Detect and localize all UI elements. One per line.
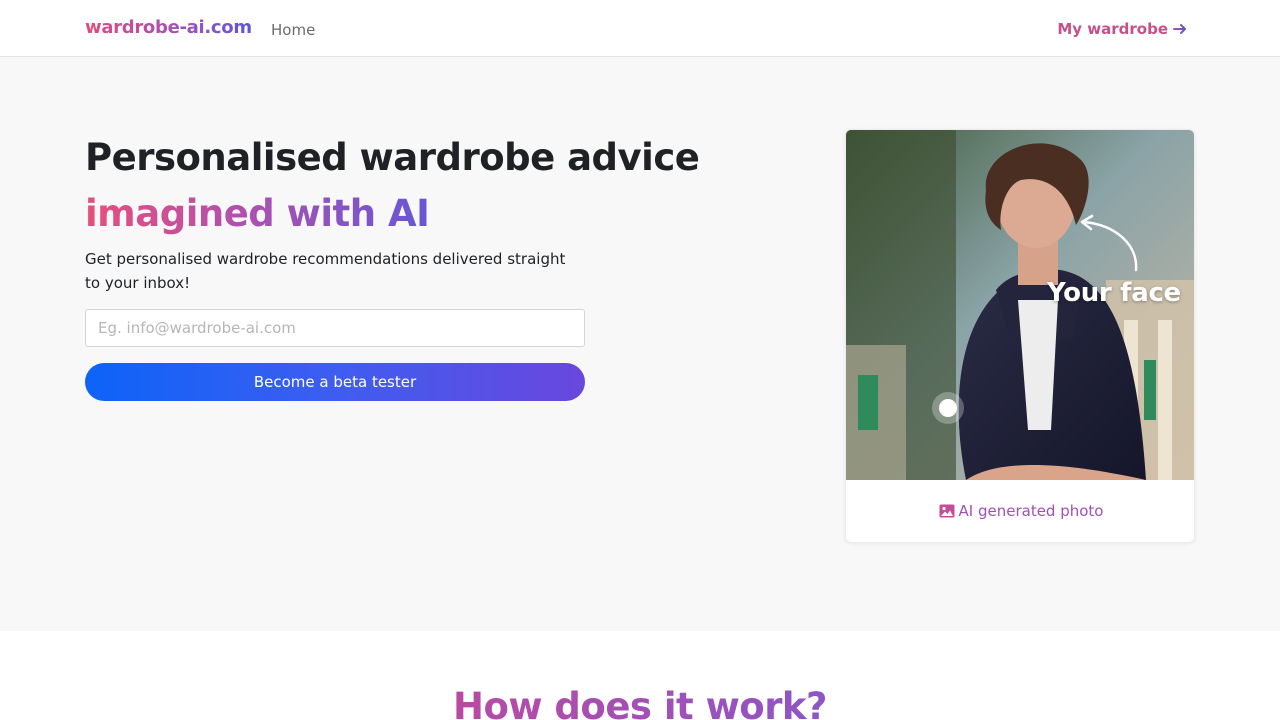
ai-generated-photo: Your face: [846, 130, 1194, 480]
ai-photo-card: Your face AI generated photo: [845, 129, 1195, 543]
how-it-works-section: How does it work?: [0, 631, 1280, 720]
become-beta-tester-button[interactable]: Become a beta tester: [85, 363, 585, 401]
your-face-label: Your face: [1047, 278, 1181, 308]
photo-caption: AI generated photo: [846, 502, 1194, 520]
hero-accent-title: imagined with AI: [85, 192, 430, 235]
nav-home-link[interactable]: Home: [271, 21, 315, 39]
email-input[interactable]: [85, 309, 585, 347]
my-wardrobe-link[interactable]: My wardrobe: [1057, 20, 1188, 38]
brand-logo-link[interactable]: wardrobe-ai.com: [85, 17, 252, 38]
arrow-right-icon: [1172, 21, 1188, 37]
hero-title: Personalised wardrobe advice: [85, 136, 700, 179]
face-marker-dot[interactable]: [932, 392, 964, 424]
my-wardrobe-label: My wardrobe: [1057, 20, 1168, 38]
top-navbar: wardrobe-ai.com Home My wardrobe: [0, 0, 1280, 57]
how-it-works-title: How does it work?: [0, 685, 1280, 720]
image-icon: [939, 504, 955, 518]
how-it-works-title-text: How does it work?: [453, 685, 828, 720]
photo-caption-text: AI generated photo: [958, 502, 1104, 520]
hero-description: Get personalised wardrobe recommendation…: [85, 250, 566, 292]
